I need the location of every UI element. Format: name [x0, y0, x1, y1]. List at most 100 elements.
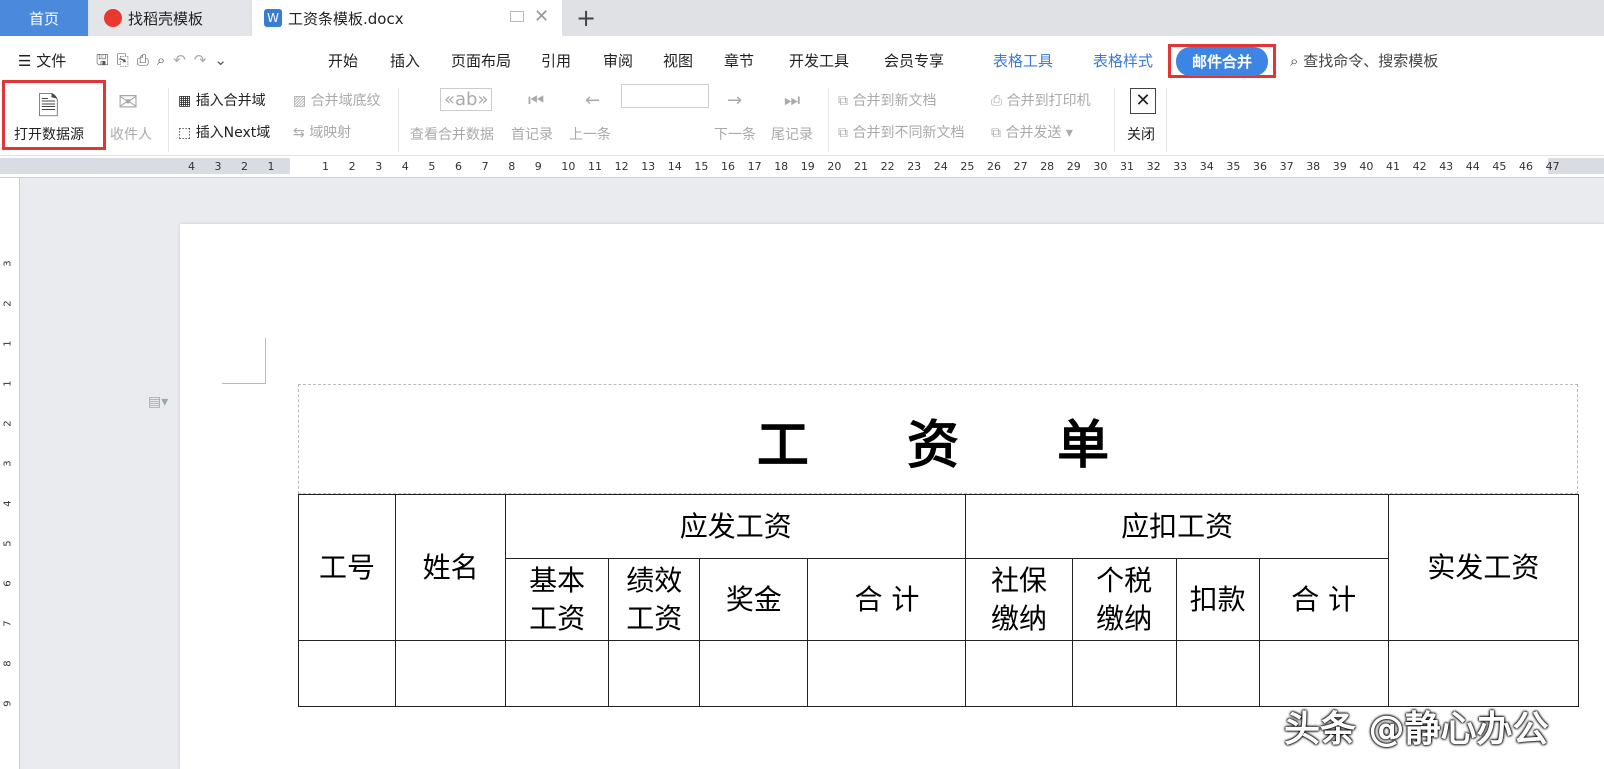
ruler-tick: 37 [1279, 160, 1294, 173]
close-icon: ✕ [1130, 88, 1156, 114]
next-record-button[interactable]: 下一条 [714, 124, 756, 144]
merge-to-diff-docs-button[interactable]: ⧉ 合并到不同新文档 [838, 122, 964, 142]
ruler-tick: 21 [854, 160, 868, 173]
record-number-input[interactable] [621, 84, 709, 108]
chevron-down-icon[interactable]: ⌄ [214, 51, 235, 69]
search-box[interactable]: ⌕ 查找命令、搜索模板 [1290, 50, 1438, 71]
menu-developer[interactable]: 开发工具 [789, 50, 849, 71]
first-record-icon: ⏮ [528, 90, 545, 111]
ruler-tick: 47 [1545, 160, 1560, 173]
menu-insert[interactable]: 插入 [390, 50, 420, 71]
new-tab-button[interactable]: + [568, 0, 604, 36]
ruler-tick: 15 [694, 160, 709, 173]
ruler-tick: 35 [1226, 160, 1241, 173]
close-button[interactable]: 关闭 [1127, 124, 1155, 144]
view-merge-data-button[interactable]: 查看合并数据 [410, 124, 494, 144]
ruler-tick: 29 [1066, 160, 1081, 173]
table-cell[interactable] [1258, 640, 1389, 707]
ruler-tick: 1 [322, 160, 329, 173]
print-icon[interactable]: ⎙ [137, 51, 157, 69]
ruler-tick: 24 [933, 160, 948, 173]
ruler-tick: 14 [667, 160, 682, 173]
merge-to-new-doc-button[interactable]: ⧉ 合并到新文档 [838, 90, 936, 110]
tab-document[interactable]: W 工资条模板.docx ✕ [252, 0, 562, 36]
ruler-tick: 2 [2, 300, 14, 307]
table-cell[interactable] [965, 640, 1073, 707]
salary-table[interactable]: 工号 姓名 应发工资 应扣工资 实发工资 基本 工资 绩效 工资 奖金 合 计 … [297, 494, 1580, 707]
preview-icon[interactable]: ⌕ [157, 51, 173, 69]
ruler-tick: 6 [455, 160, 462, 173]
prev-record-button[interactable]: 上一条 [569, 124, 611, 144]
ruler-tick: 1 [2, 340, 14, 347]
header-sum-deduct: 合 计 [1258, 558, 1389, 641]
mail-merge-tab-highlight[interactable]: 邮件合并 [1168, 44, 1276, 78]
table-cell[interactable] [1387, 640, 1580, 707]
ruler-tick: 19 [800, 160, 815, 173]
tab-home[interactable]: 首页 [0, 0, 88, 36]
menu-start[interactable]: 开始 [328, 50, 358, 71]
ruler-tick: 34 [1199, 160, 1214, 173]
table-cell[interactable] [395, 640, 507, 707]
last-record-icon: ⏭ [784, 90, 801, 111]
ruler-tick: 17 [747, 160, 762, 173]
ruler-tick: 3 [2, 260, 14, 267]
redo-icon[interactable]: ↷ [194, 51, 215, 69]
menu-page-layout[interactable]: 页面布局 [451, 50, 511, 71]
ruler-tick: 43 [1439, 160, 1454, 173]
menu-member[interactable]: 会员专享 [884, 50, 944, 71]
first-record-button[interactable]: 首记录 [511, 124, 553, 144]
tab-daoke-label: 找稻壳模板 [128, 9, 204, 28]
menu-references[interactable]: 引用 [541, 50, 571, 71]
table-cell[interactable] [807, 640, 967, 707]
ruler-tick: 42 [1412, 160, 1427, 173]
tab-daoke-templates[interactable]: 找稻壳模板 [90, 0, 250, 36]
menu-chapter[interactable]: 章节 [724, 50, 754, 71]
vertical-ruler[interactable]: 3 2 1 1 2 3 4 5 6 7 8 9 [0, 178, 20, 769]
table-cell[interactable] [1175, 640, 1260, 707]
field-mapping-button[interactable]: ⇆ 域映射 [293, 122, 351, 142]
merge-to-printer-button[interactable]: ⎙ 合并到打印机 [991, 90, 1091, 110]
ruler-tick: 25 [960, 160, 975, 173]
header-sum-payable: 合 计 [807, 558, 967, 641]
insert-next-field-button[interactable]: ⬚ 插入Next域 [178, 122, 270, 142]
menu-view[interactable]: 视图 [663, 50, 693, 71]
paragraph-marker-icon[interactable]: ▤▾ [148, 394, 168, 410]
menu-review[interactable]: 审阅 [603, 50, 633, 71]
export-icon[interactable]: ⎘ [117, 51, 137, 69]
table-cell[interactable] [608, 640, 701, 707]
file-menu[interactable]: ☰ 文件 [18, 50, 66, 71]
save-icon[interactable]: 🖫 [96, 51, 117, 69]
recipients-icon: ✉ [118, 88, 139, 116]
merge-send-button[interactable]: ⧉ 合并发送 ▾ [991, 122, 1073, 142]
header-basic: 基本 工资 [505, 558, 610, 641]
table-cell[interactable] [1071, 640, 1177, 707]
ruler-tick: 28 [1040, 160, 1055, 173]
insert-next-field-label: 插入Next域 [195, 125, 271, 141]
insert-merge-field-button[interactable]: ▦ 插入合并域 [178, 90, 266, 110]
ruler-tick: 13 [641, 160, 656, 173]
recipients-button[interactable]: 收件人 [110, 124, 152, 144]
ruler-tick: 22 [880, 160, 895, 173]
watermark: 头条 @静心办公 [1284, 709, 1549, 750]
table-row[interactable] [297, 640, 1580, 707]
prev-arrow-icon: ← [585, 90, 601, 111]
menu-mail-merge[interactable]: 邮件合并 [1175, 46, 1268, 76]
last-record-button[interactable]: 尾记录 [771, 124, 813, 144]
horizontal-ruler[interactable]: 4 3 2 1 1 2 3 4 5 6 7 8 9 10 11 12 13 14 15 16 17 18 19 20 21 22 2… [0, 156, 1604, 178]
header-perf: 绩效 工资 [608, 558, 701, 641]
ruler-tick: 31 [1120, 160, 1134, 173]
close-icon[interactable]: ✕ [534, 6, 549, 27]
merge-send-label: 合并发送 [1005, 125, 1062, 141]
menu-table-style[interactable]: 表格样式 [1093, 50, 1153, 71]
field-mapping-label: 域映射 [309, 125, 352, 141]
quick-access-toolbar[interactable]: 🖫⎘⎙⌕↶↷⌄ [96, 50, 235, 75]
ruler-tick: 8 [2, 660, 14, 667]
field-shading-button[interactable]: ▨ 合并域底纹 [293, 90, 381, 110]
undo-icon[interactable]: ↶ [173, 51, 194, 69]
monitor-icon[interactable] [510, 11, 524, 22]
menu-table-tools[interactable]: 表格工具 [993, 50, 1053, 71]
header-name: 姓名 [395, 494, 507, 641]
table-cell[interactable] [699, 640, 809, 707]
table-cell[interactable] [297, 640, 397, 707]
table-cell[interactable] [505, 640, 610, 707]
